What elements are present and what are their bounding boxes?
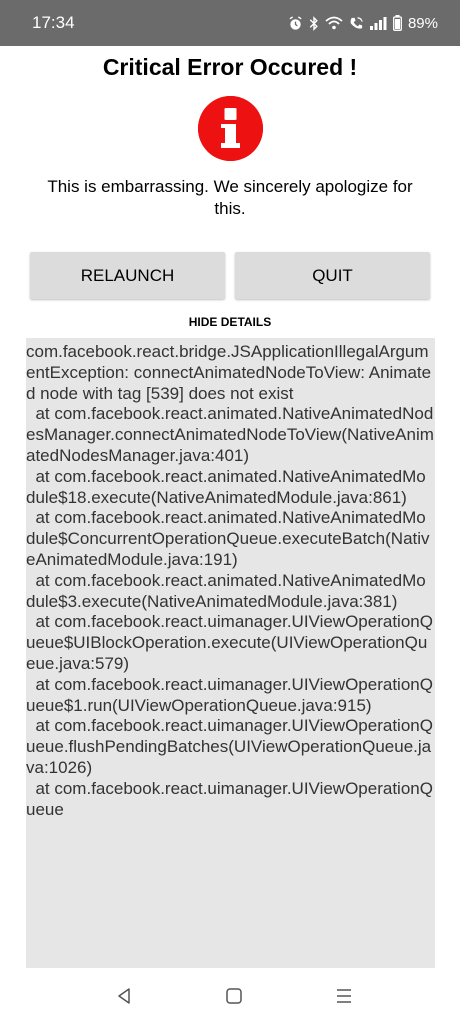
error-details[interactable]: com.facebook.react.bridge.JSApplicationI… — [26, 338, 435, 968]
battery-percent: 89% — [407, 14, 438, 32]
status-bar: 17:34 89% — [0, 0, 460, 46]
quit-button[interactable]: QUIT — [235, 252, 430, 299]
home-icon[interactable] — [220, 984, 248, 1008]
bluetooth-icon — [309, 15, 319, 31]
info-icon — [198, 96, 263, 161]
status-time: 17:34 — [32, 13, 75, 32]
relaunch-button[interactable]: RELAUNCH — [30, 252, 225, 299]
hide-details-link[interactable]: HIDE DETAILS — [0, 315, 460, 329]
page-title: Critical Error Occured ! — [102, 54, 358, 80]
back-icon[interactable] — [110, 984, 138, 1008]
wifi-icon — [325, 16, 343, 30]
navigation-bar — [0, 968, 460, 1024]
error-message: This is embarrassing. We sincerely apolo… — [47, 177, 413, 218]
recents-icon[interactable] — [330, 984, 358, 1008]
signal-icon — [369, 16, 387, 30]
alarm-icon — [288, 15, 303, 31]
battery-icon — [393, 15, 402, 31]
wifi-call-icon — [349, 16, 364, 31]
status-icons: 89% — [288, 15, 438, 32]
